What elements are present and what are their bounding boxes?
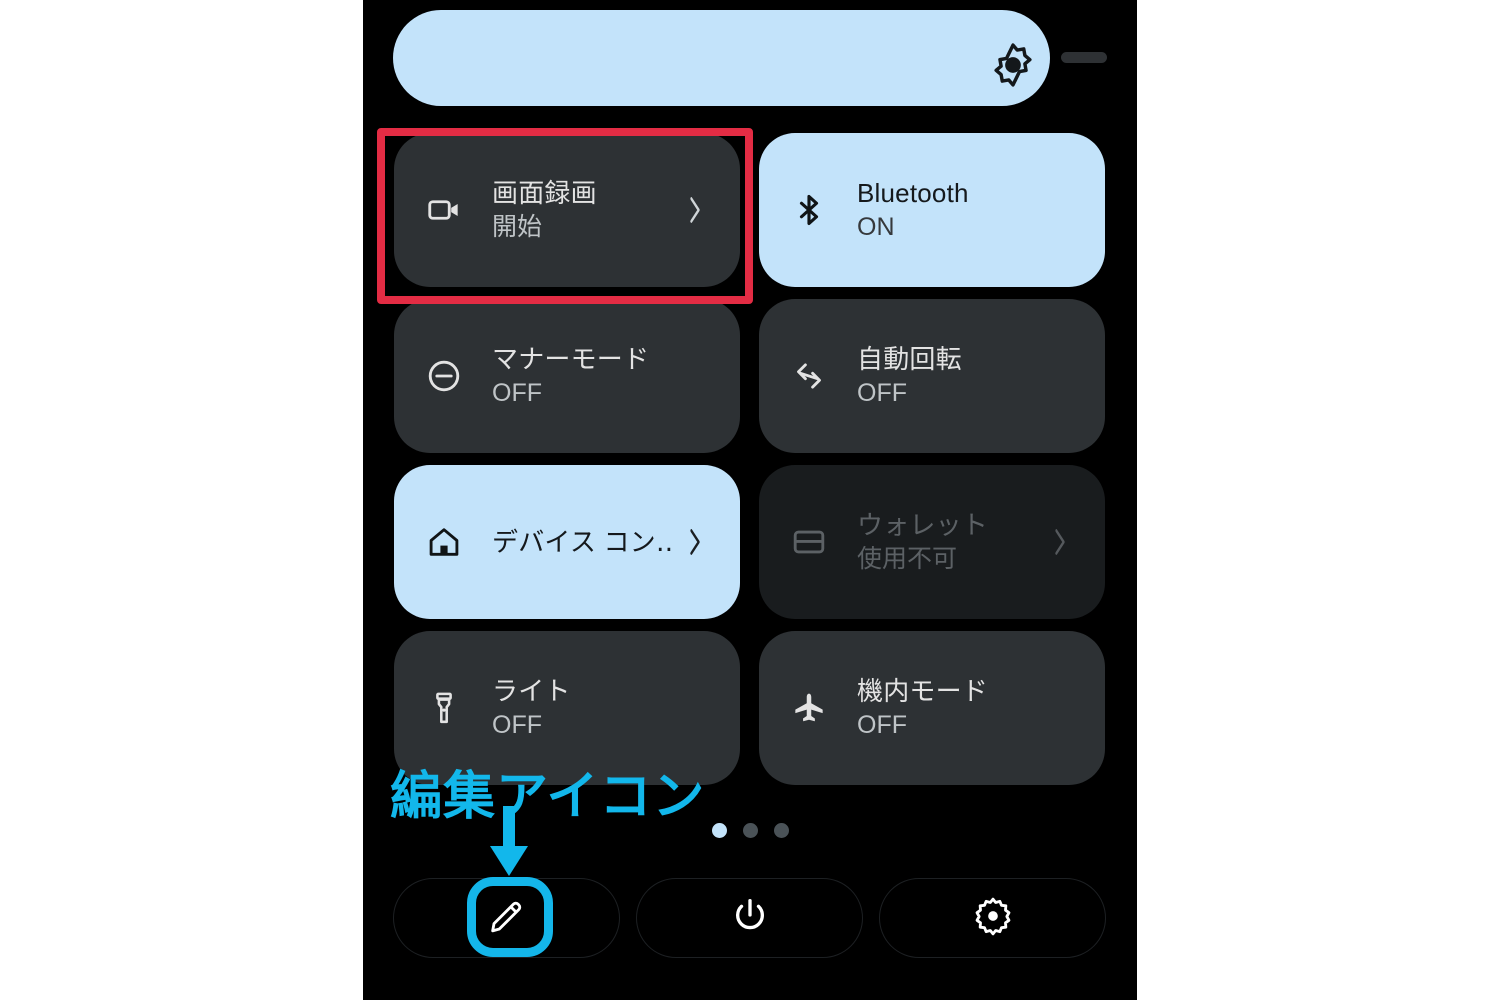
tile-airplane-mode[interactable]: 機内モード OFF	[759, 631, 1105, 785]
tile-wallet[interactable]: ウォレット 使用不可	[759, 465, 1105, 619]
tile-label-group: 機内モード OFF	[857, 675, 988, 742]
airplane-icon	[789, 688, 829, 728]
annotation-cyan-highlight-box	[467, 877, 553, 957]
annotation-red-highlight-box	[377, 128, 753, 304]
tile-do-not-disturb[interactable]: マナーモード OFF	[394, 299, 740, 453]
tile-auto-rotate[interactable]: 自動回転 OFF	[759, 299, 1105, 453]
brightness-slider[interactable]	[393, 10, 1107, 110]
settings-button[interactable]	[879, 878, 1106, 958]
tile-label-group: 自動回転 OFF	[857, 343, 962, 410]
tile-subtitle: 使用不可	[857, 545, 958, 573]
brightness-slider-track-remainder[interactable]	[1061, 52, 1107, 63]
tile-device-controls[interactable]: デバイス コン‥	[394, 465, 740, 619]
power-button[interactable]	[636, 878, 863, 958]
tile-title: 自動回転	[857, 343, 962, 374]
tile-row: マナーモード OFF 自動回転 OFF	[394, 299, 1106, 453]
page-dot-2[interactable]	[742, 823, 758, 838]
tile-row: デバイス コン‥ ウォレット 使用不可	[394, 465, 1106, 619]
tile-label-group: Bluetooth ON	[857, 177, 969, 244]
auto-rotate-icon	[789, 356, 829, 396]
tile-title: 機内モード	[857, 675, 989, 706]
tile-label-group: ライト OFF	[492, 675, 571, 742]
do-not-disturb-icon	[424, 356, 464, 396]
tile-label-group: デバイス コン‥	[492, 526, 673, 559]
page-dot-1[interactable]	[711, 823, 727, 838]
page-dot-3[interactable]	[773, 823, 789, 838]
tile-subtitle: OFF	[857, 379, 907, 407]
power-icon	[730, 896, 770, 941]
tile-title: Bluetooth	[857, 177, 969, 208]
tile-label-group: ウォレット 使用不可	[857, 509, 988, 576]
brightness-icon	[990, 42, 1036, 88]
tile-subtitle: OFF	[492, 379, 542, 407]
home-icon	[424, 522, 464, 562]
flashlight-icon	[424, 688, 464, 728]
tile-title: ウォレット	[857, 509, 989, 540]
brightness-slider-fill[interactable]	[393, 10, 1050, 106]
tile-title: デバイス コン‥	[492, 526, 674, 557]
gear-icon	[973, 896, 1013, 941]
annotation-down-arrow-icon	[486, 806, 532, 876]
tile-title: ライト	[492, 675, 571, 706]
screenshot-canvas: 画面録画 開始 Bluetooth ON マナーモード OFF 自動回転 OFF…	[0, 0, 1500, 1000]
tile-title: マナーモード	[492, 343, 650, 374]
tile-subtitle: OFF	[492, 711, 542, 739]
tile-label-group: マナーモード OFF	[492, 343, 649, 410]
chevron-right-icon[interactable]	[684, 525, 706, 559]
annotation-label: 編集アイコン	[390, 767, 706, 827]
bluetooth-icon	[789, 190, 829, 230]
wallet-icon	[789, 522, 829, 562]
tile-bluetooth[interactable]: Bluetooth ON	[759, 133, 1105, 287]
chevron-right-icon[interactable]	[1049, 525, 1071, 559]
tile-subtitle: OFF	[857, 711, 907, 739]
tile-subtitle: ON	[857, 213, 895, 241]
